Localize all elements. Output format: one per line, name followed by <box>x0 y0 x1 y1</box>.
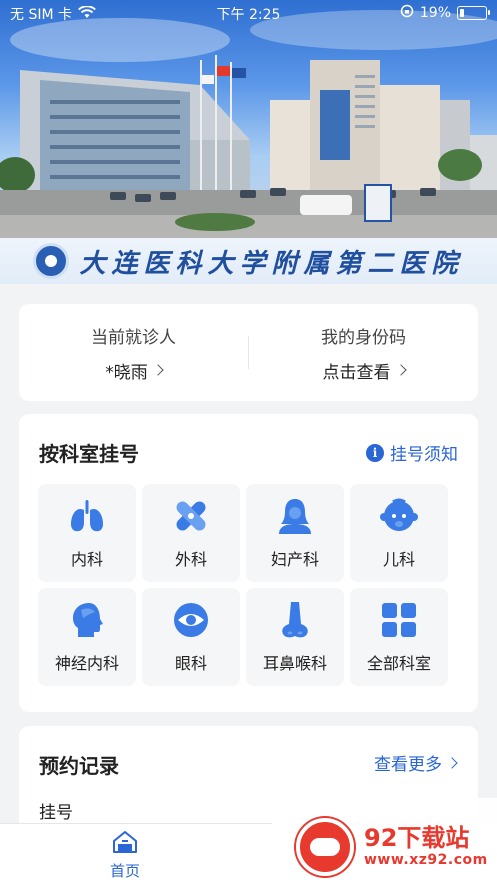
tab-home[interactable]: 首页 <box>100 830 150 881</box>
identity-code-button[interactable]: 我的身份码 点击查看 <box>249 304 478 401</box>
dept-label: 妇产科 <box>270 550 319 569</box>
hospital-logo <box>33 243 70 279</box>
status-bar: 无 SIM 卡 下午 2:25 19% <box>0 0 497 26</box>
nose-icon <box>275 600 315 640</box>
notice-label: 挂号须知 <box>390 445 458 465</box>
registration-notice-link[interactable]: i 挂号须知 <box>366 440 458 465</box>
lungs-icon <box>67 496 107 536</box>
view-more-label: 查看更多 <box>374 755 442 775</box>
watermark: 92下载站 www.xz92.com <box>272 798 497 883</box>
dept-ophthalmology[interactable]: 眼科 <box>142 588 240 686</box>
current-patient-name: *晓雨 <box>105 362 148 383</box>
dept-label: 神经内科 <box>54 654 119 673</box>
woman-icon <box>275 496 315 536</box>
dept-label: 内科 <box>70 550 103 569</box>
department-grid: 内科 外科 妇产科 儿科 神经内科 眼科 耳鼻喉科 全部科室 <box>38 484 458 686</box>
eye-icon <box>171 600 211 640</box>
dept-obstetrics-gynecology[interactable]: 妇产科 <box>246 484 344 582</box>
chevron-right-icon <box>152 364 164 376</box>
baby-icon <box>379 496 419 536</box>
record-item[interactable]: 挂号 <box>39 798 73 823</box>
battery-percent: 19% <box>419 5 451 21</box>
tab-home-label: 首页 <box>109 862 140 880</box>
department-card: 按科室挂号 i 挂号须知 内科 外科 妇产科 儿科 神经内科 眼科 耳鼻喉科 全… <box>19 414 478 712</box>
dept-pediatrics[interactable]: 儿科 <box>350 484 448 582</box>
dept-label: 全部科室 <box>366 654 431 673</box>
watermark-url: www.xz92.com <box>364 852 488 868</box>
patient-card: 当前就诊人 *晓雨 我的身份码 点击查看 <box>19 304 478 401</box>
dept-internal-medicine[interactable]: 内科 <box>38 484 136 582</box>
chevron-right-icon <box>394 364 407 376</box>
head-brain-icon <box>67 600 107 640</box>
dept-label: 耳鼻喉科 <box>262 654 327 673</box>
dept-label: 外科 <box>174 550 207 569</box>
hospital-banner: 大连医科大学附属第二医院 <box>0 238 497 284</box>
view-more-link[interactable]: 查看更多 <box>374 750 458 775</box>
chevron-right-icon <box>446 756 458 769</box>
dept-label: 儿科 <box>382 550 415 569</box>
section-title: 预约记录 <box>39 754 119 778</box>
hospital-name: 大连医科大学附属第二医院 <box>79 248 464 279</box>
hospital-hero-image <box>0 0 497 240</box>
home-icon <box>112 830 138 858</box>
current-patient-selector[interactable]: 当前就诊人 *晓雨 <box>19 304 248 401</box>
dept-label: 眼科 <box>174 654 207 673</box>
dept-surgery[interactable]: 外科 <box>142 484 240 582</box>
dept-neurology[interactable]: 神经内科 <box>38 588 136 686</box>
identity-code-label: 我的身份码 <box>321 327 406 348</box>
gamepad-logo-icon <box>296 818 354 876</box>
watermark-name: 92下载站 <box>364 824 470 852</box>
grid-icon <box>379 600 419 640</box>
bandage-icon <box>171 496 211 536</box>
info-icon: i <box>366 443 384 462</box>
dept-all[interactable]: 全部科室 <box>350 588 448 686</box>
dept-ent[interactable]: 耳鼻喉科 <box>246 588 344 686</box>
rotation-lock-icon <box>400 4 414 22</box>
identity-code-action: 点击查看 <box>322 362 391 383</box>
section-title: 按科室挂号 <box>39 442 139 466</box>
battery-icon <box>457 6 490 20</box>
current-patient-label: 当前就诊人 <box>91 327 176 348</box>
